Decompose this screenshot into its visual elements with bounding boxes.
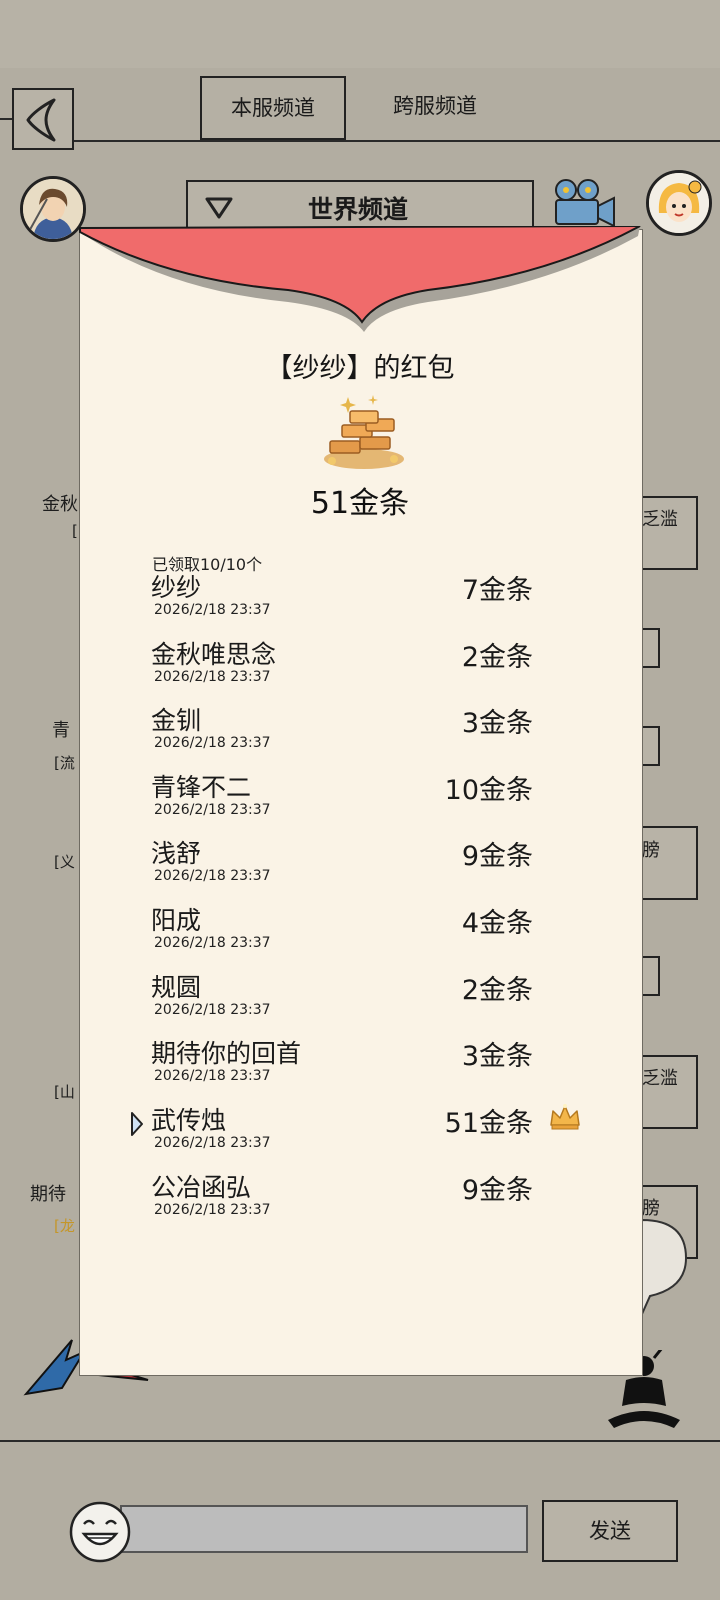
claim-amount: 2金条 — [461, 975, 533, 1006]
claim-row: 青锋不二 2026/2/18 23:37 10金条 — [0, 768, 720, 830]
footer-divider — [0, 1440, 720, 1442]
claim-time: 2026/2/18 23:37 — [154, 735, 271, 751]
claimer-name: 金钏 — [151, 706, 202, 735]
claim-time: 2026/2/18 23:37 — [154, 868, 271, 884]
claim-amount: 3金条 — [461, 708, 533, 739]
claim-time: 2026/2/18 23:37 — [154, 1068, 271, 1084]
claim-amount: 4金条 — [461, 908, 533, 939]
header-divider — [74, 140, 720, 142]
claim-amount: 9金条 — [461, 841, 533, 872]
girl-portrait-icon — [649, 173, 709, 233]
speech-bubble-icon — [641, 1218, 688, 1315]
claimer-name: 规圆 — [151, 973, 202, 1002]
claim-row: 金秋唯思念 2026/2/18 23:37 2金条 — [0, 635, 720, 697]
back-button[interactable] — [12, 88, 74, 150]
claim-amount: 51金条 — [444, 1108, 533, 1139]
claim-row: 武传烛 2026/2/18 23:37 51金条 — [0, 1101, 720, 1163]
chat-input[interactable] — [120, 1505, 528, 1553]
claimer-name: 纱纱 — [151, 573, 202, 602]
claim-row: 金钏 2026/2/18 23:37 3金条 — [0, 701, 720, 763]
tab-cross-server[interactable]: 跨服频道 — [362, 76, 508, 140]
claim-time: 2026/2/18 23:37 — [154, 669, 271, 685]
claim-row: 公冶函弘 2026/2/18 23:37 9金条 — [0, 1168, 720, 1230]
channel-label: 世界频道 — [308, 195, 409, 224]
claimer-name: 青锋不二 — [151, 773, 252, 802]
claimer-name: 阳成 — [151, 906, 202, 935]
red-packet-total: 51金条 — [310, 486, 410, 521]
claim-row: 阳成 2026/2/18 23:37 4金条 — [0, 901, 720, 963]
claim-row: 纱纱 2026/2/18 23:37 7金条 — [0, 568, 720, 630]
support-avatar[interactable] — [646, 170, 712, 236]
claim-row: 期待你的回首 2026/2/18 23:37 3金条 — [0, 1034, 720, 1096]
claim-amount: 10金条 — [444, 775, 533, 806]
claim-amount: 2金条 — [461, 642, 533, 673]
claimer-name: 公冶函弘 — [151, 1173, 252, 1202]
player-avatar[interactable] — [20, 176, 86, 242]
header-divider — [0, 118, 12, 120]
crown-icon — [550, 1104, 580, 1130]
bg-chat-tag: [ — [72, 522, 78, 540]
triangle-down-icon — [205, 197, 233, 219]
claim-row: 浅舒 2026/2/18 23:37 9金条 — [0, 834, 720, 896]
claimer-name: 期待你的回首 — [151, 1039, 302, 1068]
red-packet-title: 【纱纱】的红包 — [265, 353, 455, 384]
claim-time: 2026/2/18 23:37 — [154, 1002, 271, 1018]
claimer-name: 武传烛 — [151, 1106, 227, 1135]
tab-local-server[interactable]: 本服频道 — [200, 76, 346, 140]
claimer-name: 金秋唯思念 — [151, 640, 277, 669]
claim-time: 2026/2/18 23:37 — [154, 1135, 271, 1151]
channel-dropdown[interactable]: 世界频道 — [186, 180, 534, 232]
claim-amount: 9金条 — [461, 1175, 533, 1206]
claimer-name: 浅舒 — [151, 839, 202, 868]
claim-amount: 7金条 — [461, 575, 533, 606]
claim-time: 2026/2/18 23:37 — [154, 935, 271, 951]
laughing-emoji-icon[interactable] — [68, 1500, 132, 1564]
status-strip — [0, 0, 720, 68]
red-packet-flap — [79, 226, 641, 332]
current-user-pointer-icon — [131, 1112, 143, 1136]
claim-time: 2026/2/18 23:37 — [154, 802, 271, 818]
send-button[interactable]: 发送 — [542, 1500, 678, 1562]
claim-time: 2026/2/18 23:37 — [154, 602, 271, 618]
claim-time: 2026/2/18 23:37 — [154, 1202, 271, 1218]
back-arrow-icon — [26, 98, 56, 142]
swordsman-portrait-icon — [23, 179, 83, 239]
gold-bars-icon — [324, 395, 404, 469]
claim-row: 规圆 2026/2/18 23:37 2金条 — [0, 968, 720, 1030]
claim-amount: 3金条 — [461, 1041, 533, 1072]
